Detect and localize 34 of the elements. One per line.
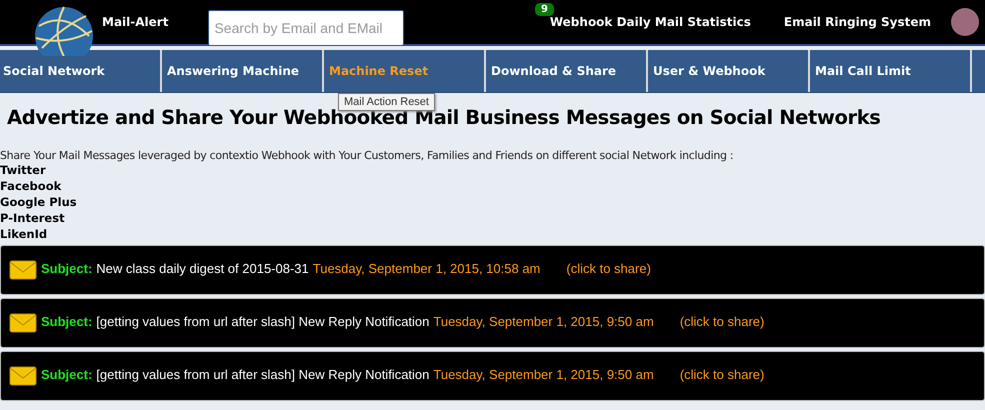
header-link[interactable]: Email Ringing System [784, 15, 931, 29]
envelope-icon [9, 260, 37, 280]
subject-label: Subject: [41, 314, 92, 329]
nav-tab[interactable]: User & Webhook [648, 50, 810, 92]
envelope-icon [9, 313, 37, 333]
notification-count: 9 [535, 3, 554, 16]
subject-label: Subject: [41, 367, 92, 382]
subject-text: [getting values from url after slash] New Reply Notification [96, 314, 430, 329]
intro-text: Share Your Mail Messages leveraged by contextio Webhook with Your Customers, Families and Friends on different social Network including : [0, 149, 734, 162]
network-name: P-Interest [0, 210, 66, 226]
network-name: Twitter [0, 162, 47, 178]
share-link[interactable]: (click to share) [680, 314, 764, 329]
nav-tab[interactable]: Social Network [0, 50, 162, 92]
message-date: Tuesday, September 1, 2015, 9:50 am [433, 367, 654, 382]
envelope-icon [9, 366, 37, 386]
subject-text: New class daily digest of 2015-08-31 [96, 261, 309, 276]
nav-tab[interactable]: Mail Call Limit [810, 50, 972, 92]
share-link[interactable]: (click to share) [680, 367, 764, 382]
user-avatar[interactable] [951, 8, 979, 36]
tooltip: Mail Action Reset [338, 93, 435, 111]
share-link[interactable]: (click to share) [566, 261, 651, 276]
subject-text: [getting values from url after slash] New Reply Notification [96, 367, 430, 382]
message-date: Tuesday, September 1, 2015, 10:58 am [312, 261, 540, 276]
globe-logo-icon [34, 6, 94, 56]
brand-name: Mail-Alert [102, 15, 168, 29]
search-field[interactable]: Search by Email and EMail [208, 10, 404, 46]
nav-tab[interactable]: Answering Machine [162, 50, 324, 92]
header-link[interactable]: Webhook Daily Mail Statistics [550, 15, 751, 29]
nav-tab[interactable]: Download & Share [486, 50, 648, 92]
message-date: Tuesday, September 1, 2015, 9:50 am [433, 314, 654, 329]
network-name: LikenId [0, 226, 48, 242]
network-name: Google Plus [0, 194, 78, 210]
subject-label: Subject: [41, 261, 92, 276]
network-name: Facebook [0, 178, 62, 194]
